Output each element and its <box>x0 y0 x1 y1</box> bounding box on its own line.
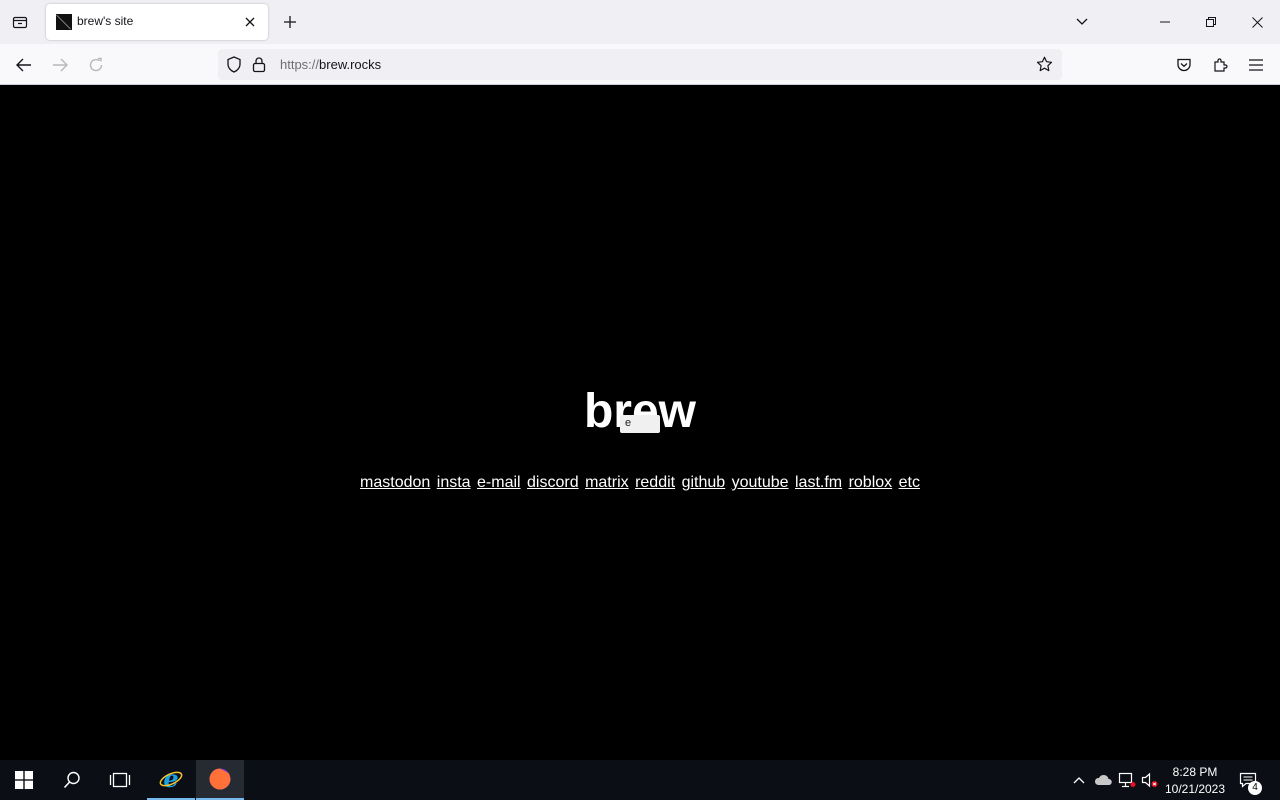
reload-icon[interactable] <box>85 54 107 76</box>
bookmark-star-icon[interactable] <box>1036 56 1053 77</box>
back-icon[interactable] <box>13 54 35 76</box>
notification-count-badge: 4 <box>1248 781 1262 795</box>
taskbar: e 8:28 PM 10/21/2023 4 <box>0 760 1280 800</box>
hamburger-menu-icon[interactable] <box>1245 54 1267 76</box>
task-view-icon[interactable] <box>96 760 144 800</box>
firefox-icon[interactable] <box>196 760 244 800</box>
volume-muted-icon[interactable] <box>1140 770 1160 790</box>
web-page: brew e mastodon insta e-mail discord mat… <box>0 85 1280 760</box>
clock-time: 8:28 PM <box>1172 765 1218 779</box>
tab-active[interactable]: brew's site <box>46 4 268 40</box>
system-clock[interactable]: 8:28 PM 10/21/2023 <box>1162 764 1228 798</box>
network-icon[interactable] <box>1117 770 1137 790</box>
forward-icon[interactable] <box>49 54 71 76</box>
minimize-icon[interactable] <box>1155 12 1175 32</box>
firefox-view-icon[interactable] <box>8 10 32 34</box>
url-text[interactable]: https://brew.rocks <box>280 57 381 72</box>
tab-strip: brew's site <box>0 0 1280 44</box>
tab-title: brew's site <box>77 14 134 28</box>
tooltip: e <box>620 415 660 433</box>
internet-explorer-icon[interactable]: e <box>147 760 195 800</box>
url-host: brew.rocks <box>319 57 382 72</box>
search-icon[interactable] <box>48 760 96 800</box>
link-mastodon[interactable]: mastodon <box>360 474 430 491</box>
close-window-icon[interactable] <box>1247 12 1267 32</box>
link-matrix[interactable]: matrix <box>585 474 629 491</box>
restore-icon[interactable] <box>1201 12 1221 32</box>
social-links: mastodon insta e-mail discord matrix red… <box>0 473 1280 493</box>
link-reddit[interactable]: reddit <box>635 474 675 491</box>
tracking-protection-shield-icon[interactable] <box>226 56 242 77</box>
start-windows-icon[interactable] <box>0 760 48 800</box>
link-youtube[interactable]: youtube <box>732 474 789 491</box>
lock-icon[interactable] <box>252 56 266 77</box>
link-email[interactable]: e-mail <box>477 474 521 491</box>
address-bar[interactable]: https://brew.rocks <box>218 49 1062 80</box>
extensions-icon[interactable] <box>1209 54 1231 76</box>
link-discord[interactable]: discord <box>527 474 579 491</box>
pocket-icon[interactable] <box>1173 54 1195 76</box>
list-all-tabs-icon[interactable] <box>1072 12 1092 32</box>
link-insta[interactable]: insta <box>437 474 471 491</box>
new-tab-icon[interactable] <box>280 12 300 32</box>
show-hidden-icons-chevron-up-icon[interactable] <box>1069 770 1089 790</box>
close-tab-icon[interactable] <box>242 14 258 30</box>
link-github[interactable]: github <box>682 474 726 491</box>
url-scheme: https:// <box>280 57 320 72</box>
navigation-toolbar: https://brew.rocks <box>0 44 1280 85</box>
link-lastfm[interactable]: last.fm <box>795 474 842 491</box>
onedrive-cloud-icon[interactable] <box>1093 770 1113 790</box>
link-roblox[interactable]: roblox <box>849 474 893 491</box>
site-favicon-icon <box>56 14 72 30</box>
svg-text:e: e <box>163 767 178 791</box>
clock-date: 10/21/2023 <box>1164 782 1226 796</box>
link-etc[interactable]: etc <box>899 474 920 491</box>
page-heading: brew <box>583 385 697 438</box>
